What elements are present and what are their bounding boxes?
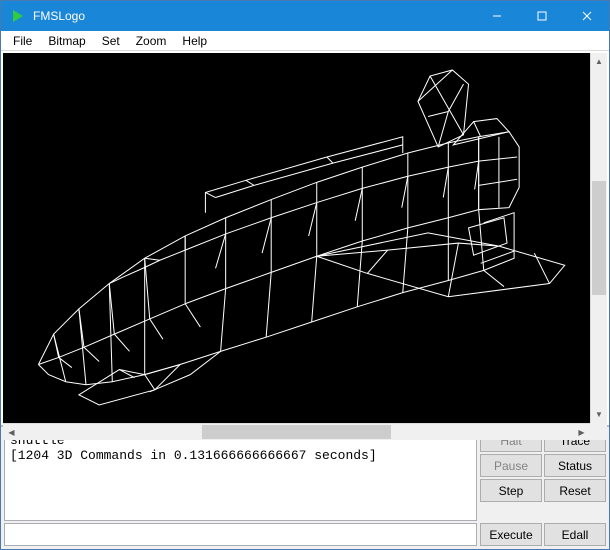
pause-button[interactable]: Pause bbox=[480, 454, 542, 477]
commander-buttons: Halt Trace Pause Status Step Reset bbox=[480, 429, 606, 521]
menu-help[interactable]: Help bbox=[174, 32, 215, 50]
scroll-left-arrow-icon[interactable]: ◀ bbox=[3, 424, 20, 440]
command-history[interactable]: shuttle [1204 3D Commands in 0.131666666… bbox=[4, 429, 477, 521]
menu-set[interactable]: Set bbox=[94, 32, 128, 50]
menu-bar: File Bitmap Set Zoom Help bbox=[1, 31, 609, 51]
commander-panel: shuttle [1204 3D Commands in 0.131666666… bbox=[1, 425, 609, 549]
vscroll-thumb[interactable] bbox=[592, 181, 606, 295]
horizontal-scrollbar[interactable]: ◀ ▶ bbox=[3, 423, 590, 440]
status-button[interactable]: Status bbox=[544, 454, 606, 477]
maximize-button[interactable] bbox=[519, 1, 564, 31]
scroll-down-arrow-icon[interactable]: ▼ bbox=[591, 406, 607, 423]
hscroll-thumb[interactable] bbox=[202, 425, 390, 439]
canvas-area: ▲ ▼ ◀ ▶ bbox=[1, 51, 609, 425]
title-bar[interactable]: FMSLogo bbox=[1, 1, 609, 31]
scroll-corner bbox=[590, 423, 607, 440]
edall-button[interactable]: Edall bbox=[544, 523, 606, 546]
window-title: FMSLogo bbox=[33, 9, 474, 23]
close-button[interactable] bbox=[564, 1, 609, 31]
scroll-up-arrow-icon[interactable]: ▲ bbox=[591, 53, 607, 70]
menu-bitmap[interactable]: Bitmap bbox=[40, 32, 93, 50]
vscroll-track[interactable] bbox=[591, 70, 607, 406]
vertical-scrollbar[interactable]: ▲ ▼ bbox=[590, 53, 607, 423]
hscroll-track[interactable] bbox=[20, 424, 573, 440]
scroll-right-arrow-icon[interactable]: ▶ bbox=[573, 424, 590, 440]
command-input[interactable] bbox=[4, 523, 477, 546]
window-controls bbox=[474, 1, 609, 31]
app-window: FMSLogo File Bitmap Set Zoom Help bbox=[0, 0, 610, 550]
reset-button[interactable]: Reset bbox=[544, 479, 606, 502]
commander-bottom-buttons: Execute Edall bbox=[480, 523, 606, 546]
step-button[interactable]: Step bbox=[480, 479, 542, 502]
minimize-button[interactable] bbox=[474, 1, 519, 31]
turtle-canvas[interactable] bbox=[3, 53, 590, 423]
app-icon bbox=[8, 6, 28, 26]
wireframe-shuttle-drawing bbox=[3, 53, 590, 423]
menu-file[interactable]: File bbox=[5, 32, 40, 50]
menu-zoom[interactable]: Zoom bbox=[128, 32, 175, 50]
execute-button[interactable]: Execute bbox=[480, 523, 542, 546]
